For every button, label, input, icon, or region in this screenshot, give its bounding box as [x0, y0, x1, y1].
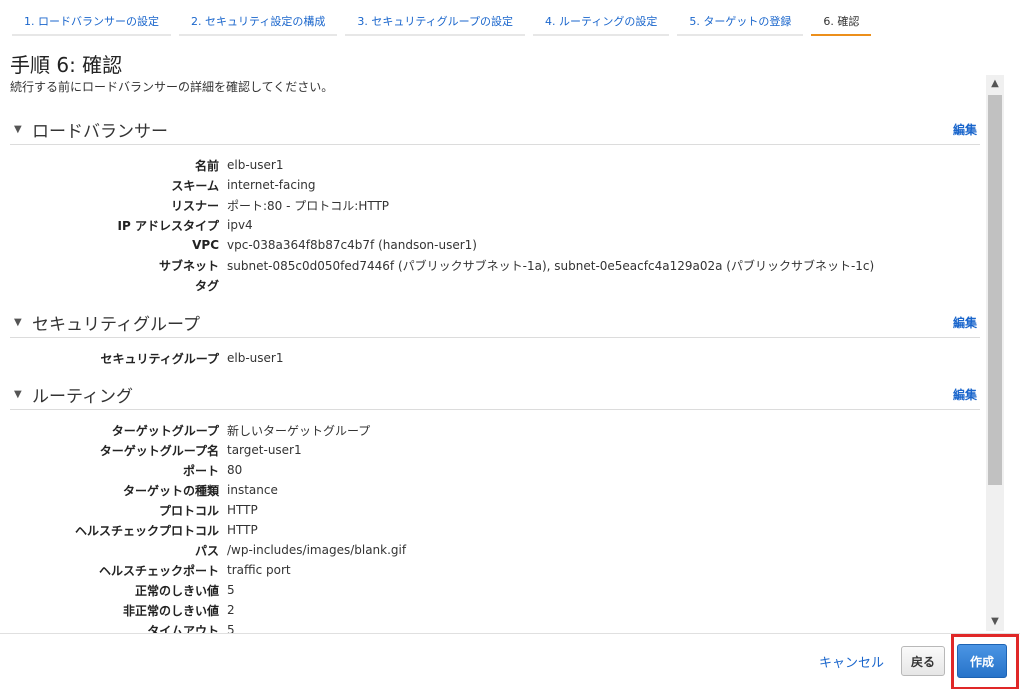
detail-row: ポート 80	[10, 460, 980, 480]
detail-value: 5	[227, 583, 235, 597]
detail-row: ヘルスチェックポート traffic port	[10, 560, 980, 580]
detail-row: 正常のしきい値 5	[10, 580, 980, 600]
chevron-up-icon[interactable]: ▲	[986, 75, 1004, 93]
detail-key: ターゲットグループ名	[99, 443, 219, 458]
tab-step-3[interactable]: 3. セキュリティグループの設定	[345, 6, 526, 36]
tab-step-1[interactable]: 1. ロードバランサーの設定	[12, 6, 171, 36]
wizard-footer: キャンセル 戻る 作成	[0, 633, 1020, 689]
detail-key: セキュリティグループ	[100, 351, 219, 366]
detail-value: ipv4	[227, 218, 253, 232]
tab-step-4[interactable]: 4. ルーティングの設定	[533, 6, 670, 36]
tab-step-5[interactable]: 5. ターゲットの登録	[677, 6, 804, 36]
detail-key: 名前	[194, 158, 219, 173]
detail-value: 新しいターゲットグループ	[227, 423, 371, 438]
detail-key: パス	[194, 543, 219, 558]
detail-row: ターゲットグループ名 target-user1	[10, 440, 980, 460]
chevron-down-icon[interactable]: ▼	[986, 613, 1004, 631]
detail-value: /wp-includes/images/blank.gif	[227, 543, 407, 557]
detail-row: VPC vpc-038a364f8b87c4b7f (handson-user1)	[10, 235, 980, 255]
section-routing: ▼ ルーティング 編集 ターゲットグループ 新しいターゲットグループ ターゲットグ…	[10, 380, 980, 633]
edit-load-balancer-link[interactable]: 編集	[953, 121, 977, 138]
detail-value: vpc-038a364f8b87c4b7f (handson-user1)	[227, 238, 477, 252]
page-title: 手順 6: 確認	[10, 53, 123, 77]
back-button[interactable]: 戻る	[901, 646, 945, 676]
detail-row: スキーム internet-facing	[10, 175, 980, 195]
tab-step-6[interactable]: 6. 確認	[811, 6, 872, 36]
detail-row: ターゲットグループ 新しいターゲットグループ	[10, 420, 980, 440]
detail-value: instance	[227, 483, 278, 497]
detail-value: subnet-085c0d050fed7446f (パブリックサブネット-1a)…	[227, 258, 875, 273]
caret-down-icon[interactable]: ▼	[14, 389, 32, 400]
detail-value: elb-user1	[227, 351, 284, 365]
detail-key: ターゲットグループ	[111, 423, 219, 438]
detail-row: ターゲットの種類 instance	[10, 480, 980, 500]
section-load-balancer: ▼ ロードバランサー 編集 名前 elb-user1 スキーム internet-f…	[10, 115, 980, 295]
detail-key: ポート	[182, 463, 219, 478]
edit-security-group-link[interactable]: 編集	[953, 314, 977, 331]
detail-row: 名前 elb-user1	[10, 155, 980, 175]
detail-value: elb-user1	[227, 158, 284, 172]
detail-key: ヘルスチェックポート	[98, 563, 219, 578]
caret-down-icon[interactable]: ▼	[14, 317, 32, 328]
detail-key: タグ	[194, 278, 219, 293]
section-security-group: ▼ セキュリティグループ 編集 セキュリティグループ elb-user1	[10, 308, 980, 368]
wizard-steps: 1. ロードバランサーの設定 2. セキュリティ設定の構成 3. セキュリティグ…	[12, 6, 879, 36]
detail-value: HTTP	[227, 523, 258, 537]
detail-value: 2	[227, 603, 235, 617]
detail-key: IP アドレスタイプ	[117, 218, 219, 233]
section-header[interactable]: ▼ ロードバランサー 編集	[10, 115, 980, 145]
edit-routing-link[interactable]: 編集	[953, 386, 977, 403]
detail-row: タグ	[10, 275, 980, 295]
detail-key: 正常のしきい値	[134, 583, 219, 598]
detail-value: HTTP	[227, 503, 258, 517]
page-description: 続行する前にロードバランサーの詳細を確認してください。	[10, 80, 334, 94]
detail-row: セキュリティグループ elb-user1	[10, 348, 980, 368]
detail-value: internet-facing	[227, 178, 316, 192]
detail-value: target-user1	[227, 443, 302, 457]
detail-key: ターゲットの種類	[122, 483, 219, 498]
detail-key: タイムアウト	[147, 623, 219, 634]
cancel-link[interactable]: キャンセル	[819, 652, 884, 671]
detail-key: サブネット	[158, 258, 219, 273]
caret-down-icon[interactable]: ▼	[14, 124, 32, 135]
detail-value: ポート:80 - プロトコル:HTTP	[227, 198, 390, 213]
section-header[interactable]: ▼ ルーティング 編集	[10, 380, 980, 410]
section-title: ルーティング	[32, 387, 133, 407]
detail-row: ヘルスチェックプロトコル HTTP	[10, 520, 980, 540]
detail-value: 80	[227, 463, 243, 477]
section-title: ロードバランサー	[32, 122, 168, 142]
detail-value: 5	[227, 623, 235, 633]
detail-key: VPC	[192, 238, 219, 252]
vertical-scrollbar[interactable]: ▲ ▼	[986, 75, 1004, 631]
detail-row: パス/wp-includes/images/blank.gif	[10, 540, 980, 560]
review-content: ▼ ロードバランサー 編集 名前 elb-user1 スキーム internet-f…	[0, 100, 1020, 633]
detail-key: ヘルスチェックプロトコル	[74, 523, 219, 538]
detail-row: 非正常のしきい値 2	[10, 600, 980, 620]
detail-row: プロトコル HTTP	[10, 500, 980, 520]
tab-step-2[interactable]: 2. セキュリティ設定の構成	[179, 6, 338, 36]
create-button[interactable]: 作成	[957, 644, 1007, 678]
detail-key: リスナー	[170, 198, 219, 213]
detail-row: IP アドレスタイプ ipv4	[10, 215, 980, 235]
detail-key: 非正常のしきい値	[122, 603, 219, 618]
detail-key: プロトコル	[158, 503, 219, 518]
detail-row: リスナー ポート:80 - プロトコル:HTTP	[10, 195, 980, 215]
detail-row: タイムアウト 5	[10, 620, 980, 633]
section-header[interactable]: ▼ セキュリティグループ 編集	[10, 308, 980, 338]
detail-key: スキーム	[171, 178, 219, 193]
scrollbar-thumb[interactable]	[988, 95, 1002, 485]
section-title: セキュリティグループ	[32, 315, 200, 335]
detail-row: サブネット subnet-085c0d050fed7446f (パブリックサブネッ…	[10, 255, 980, 275]
detail-value: traffic port	[227, 563, 291, 577]
